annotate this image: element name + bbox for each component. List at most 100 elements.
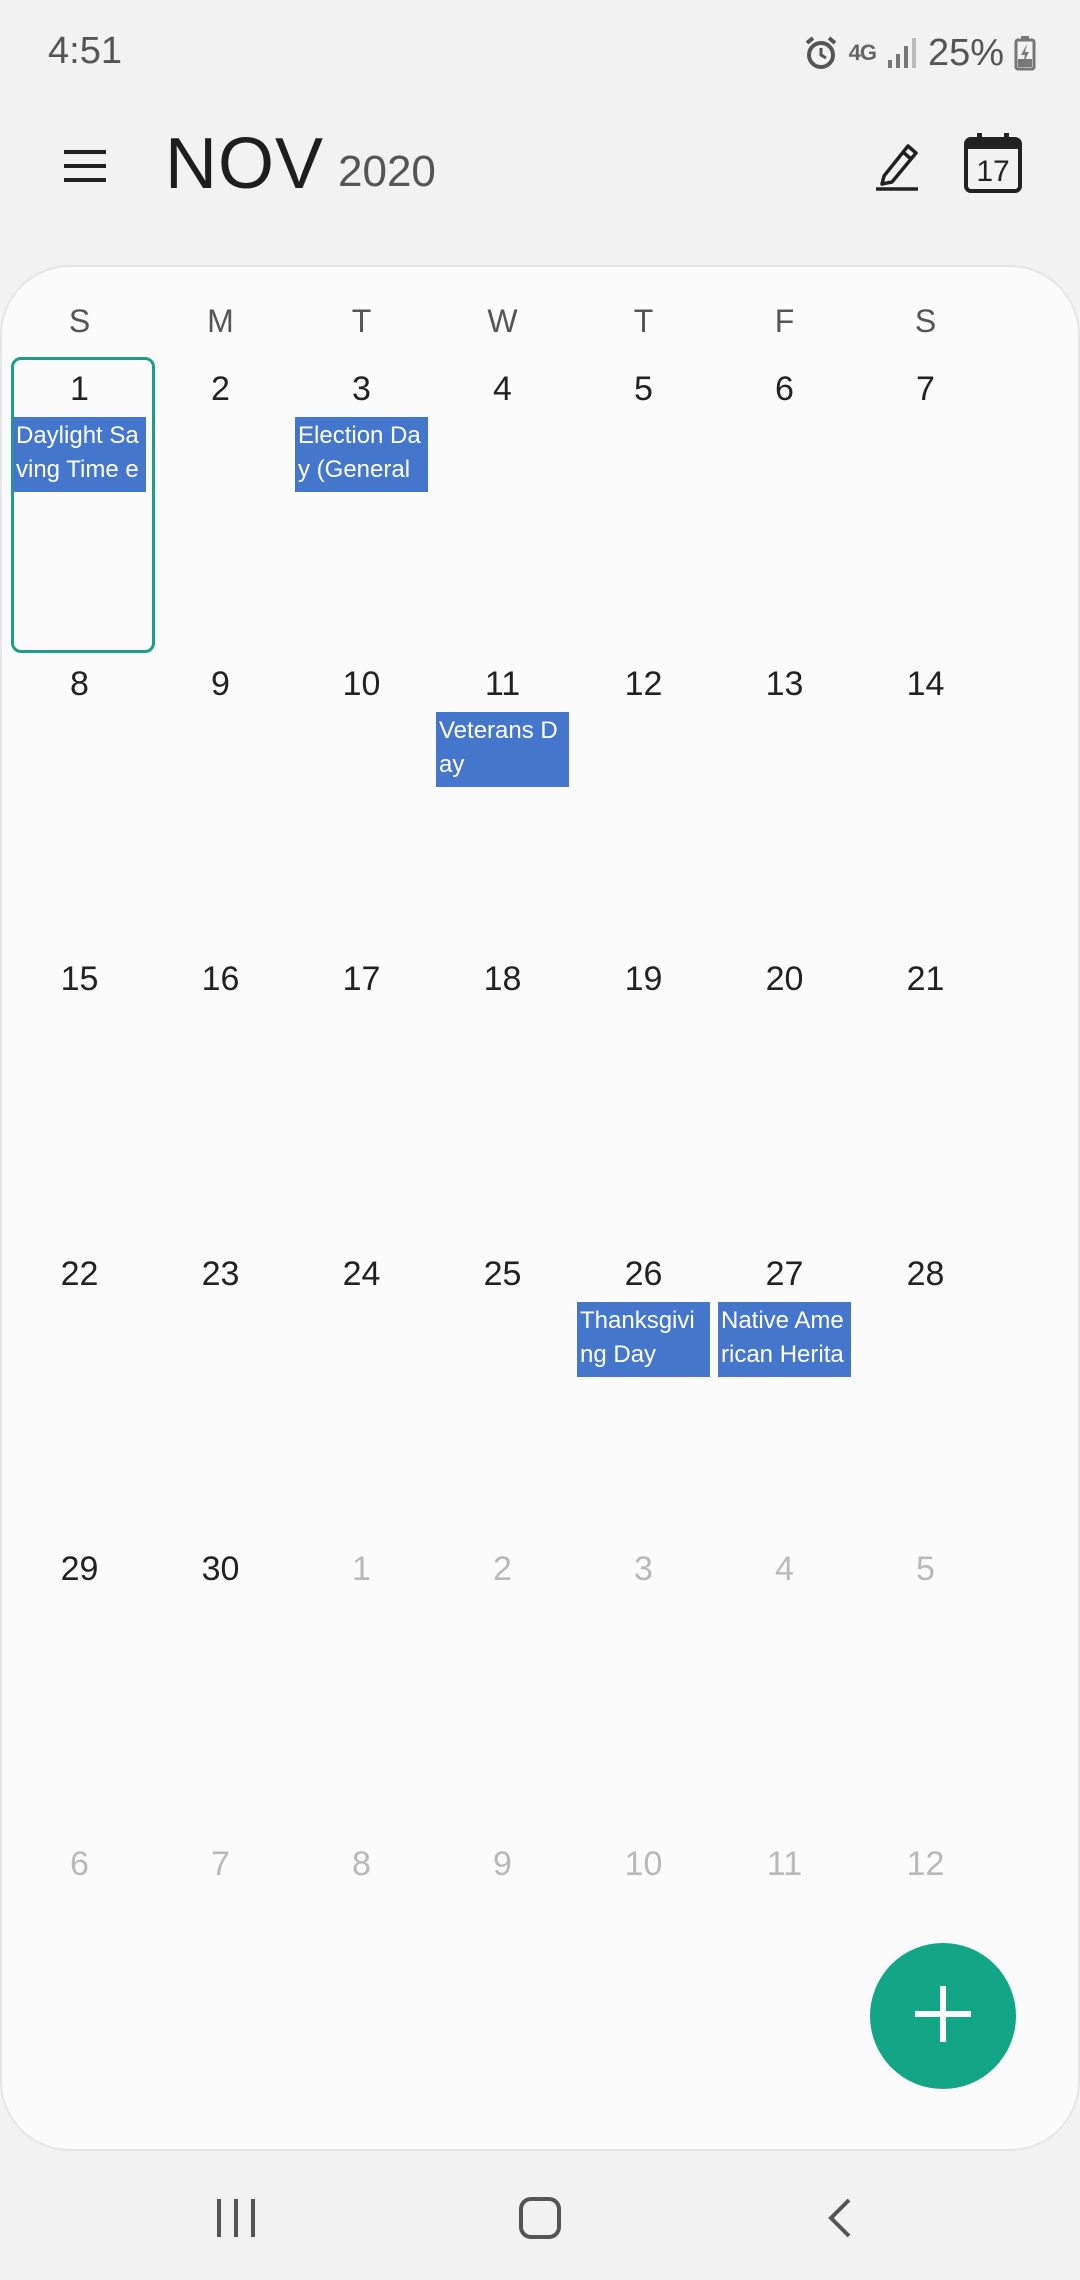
day-cell[interactable]: 2	[150, 352, 291, 647]
day-number: 17	[342, 960, 381, 998]
day-cell-selected[interactable]: 1 Daylight Saving Time e	[9, 352, 155, 653]
day-cell[interactable]: 21	[855, 942, 996, 1237]
day-cell[interactable]: 16	[150, 942, 291, 1237]
day-number: 5	[634, 370, 653, 408]
day-number: 2	[493, 1550, 512, 1588]
network-type: 4G	[848, 40, 877, 65]
day-cell[interactable]: 4	[714, 1532, 855, 1827]
day-cell[interactable]: 25	[432, 1237, 573, 1532]
weekday-label: S	[914, 303, 937, 339]
day-cell[interactable]: 19	[573, 942, 714, 1237]
day-number: 8	[70, 665, 89, 703]
signal-icon	[886, 36, 918, 70]
day-number: 12	[624, 665, 663, 703]
status-time: 4:51	[48, 30, 122, 72]
day-cell[interactable]: 5	[855, 1532, 996, 1827]
day-number: 3	[634, 1550, 653, 1588]
day-cell[interactable]: 6	[714, 352, 855, 647]
day-cell[interactable]: 20	[714, 942, 855, 1237]
event-chip[interactable]: Election Day (General E	[295, 417, 428, 492]
plus-icon	[913, 1984, 973, 2049]
day-cell[interactable]: 27 Native American Heritag	[714, 1237, 855, 1532]
recent-apps-button[interactable]	[196, 2180, 276, 2260]
back-icon	[823, 2196, 857, 2245]
day-cell[interactable]: 4	[432, 352, 573, 647]
edit-button[interactable]	[862, 127, 932, 207]
day-number: 9	[211, 665, 230, 703]
today-button[interactable]: 17	[958, 123, 1028, 203]
event-chip[interactable]: Thanksgiving Day	[577, 1302, 710, 1377]
month-title[interactable]: NOV	[165, 123, 324, 205]
weekday-label: T	[351, 303, 372, 339]
day-number: 12	[906, 1845, 945, 1883]
day-cell[interactable]: 6	[9, 1827, 150, 2122]
day-cell[interactable]: 7	[150, 1827, 291, 2122]
day-number: 27	[765, 1255, 804, 1293]
day-number: 4	[775, 1550, 794, 1588]
status-bar: 4:51 4G 25%	[0, 0, 1080, 105]
day-number: 21	[906, 960, 945, 998]
day-number: 14	[906, 665, 945, 703]
day-cell[interactable]: 29	[9, 1532, 150, 1827]
status-icons: 4G 25%	[803, 28, 1036, 78]
day-cell[interactable]: 7	[855, 352, 996, 647]
weekday-label: M	[207, 303, 234, 339]
month-calendar: S M T W T F S 1 Daylight Saving Time e23E…	[0, 265, 1080, 2151]
day-cell[interactable]: 3 Election Day (General E	[291, 352, 432, 647]
day-cell[interactable]: 8	[291, 1827, 432, 2122]
day-cell[interactable]: 11	[714, 1827, 855, 2122]
day-number: 3	[352, 370, 371, 408]
day-cell[interactable]: 22	[9, 1237, 150, 1532]
day-cell[interactable]: 2	[432, 1532, 573, 1827]
day-number: 16	[201, 960, 240, 998]
day-cell[interactable]: 28	[855, 1237, 996, 1532]
day-cell[interactable]: 3	[573, 1532, 714, 1827]
day-number: 8	[352, 1845, 371, 1883]
day-cell[interactable]: 13	[714, 647, 855, 942]
back-button[interactable]	[800, 2180, 880, 2260]
day-cell[interactable]: 24	[291, 1237, 432, 1532]
day-number: 25	[483, 1255, 522, 1293]
pencil-icon	[872, 138, 922, 197]
day-cell[interactable]: 10	[573, 1827, 714, 2122]
day-number: 6	[775, 370, 794, 408]
day-number: 7	[211, 1845, 230, 1883]
day-cell[interactable]: 8	[9, 647, 150, 942]
day-cell[interactable]: 23	[150, 1237, 291, 1532]
weekday-label: S	[68, 303, 91, 339]
day-cell[interactable]: 11 Veterans Day	[432, 647, 573, 942]
day-cell[interactable]: 9	[432, 1827, 573, 2122]
day-cell[interactable]: 17	[291, 942, 432, 1237]
day-cell[interactable]: 12	[573, 647, 714, 942]
day-cell[interactable]: 9	[150, 647, 291, 942]
day-cell[interactable]: 15	[9, 942, 150, 1237]
day-number: 24	[342, 1255, 381, 1293]
day-number: 30	[201, 1550, 240, 1588]
weekday-label: T	[633, 303, 654, 339]
event-chip[interactable]: Daylight Saving Time e	[13, 417, 146, 492]
day-number: 5	[916, 1550, 935, 1588]
menu-button[interactable]	[50, 133, 120, 203]
weekday-label: W	[487, 303, 518, 339]
day-number: 15	[60, 960, 99, 998]
home-button[interactable]	[500, 2180, 580, 2260]
home-icon	[517, 2195, 563, 2246]
app-header: NOV 2020 17	[0, 105, 1080, 265]
day-cell[interactable]: 5	[573, 352, 714, 647]
day-cell[interactable]: 1	[291, 1532, 432, 1827]
event-chip[interactable]: Veterans Day	[436, 712, 569, 787]
day-cell[interactable]: 14	[855, 647, 996, 942]
event-chip[interactable]: Native American Heritag	[718, 1302, 851, 1377]
day-cell[interactable]: 26 Thanksgiving Day	[573, 1237, 714, 1532]
day-number: 10	[624, 1845, 663, 1883]
day-cell[interactable]: 18	[432, 942, 573, 1237]
add-event-button[interactable]	[870, 1943, 1016, 2089]
today-date-badge: 17	[976, 155, 1010, 188]
alarm-icon	[803, 35, 839, 71]
day-cell[interactable]: 30	[150, 1532, 291, 1827]
day-number: 28	[906, 1255, 945, 1293]
day-cell[interactable]: 10	[291, 647, 432, 942]
battery-charging-icon	[1014, 35, 1036, 71]
day-number: 11	[766, 1845, 803, 1883]
day-number: 26	[624, 1255, 663, 1293]
